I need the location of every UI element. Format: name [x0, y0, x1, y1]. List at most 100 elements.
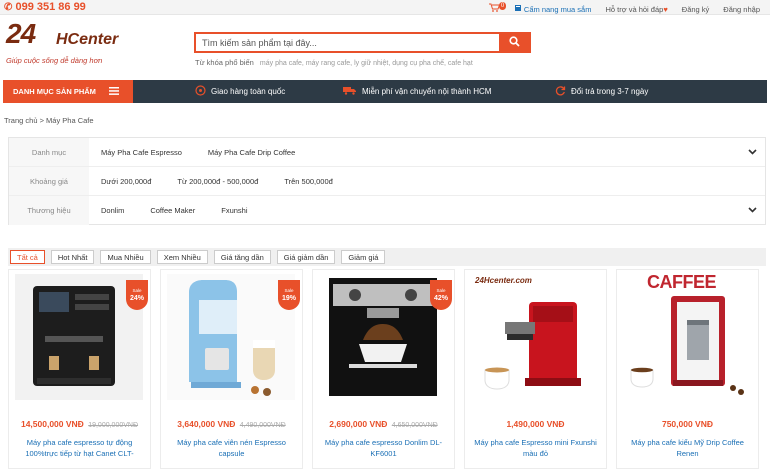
truck-icon [343, 86, 357, 97]
product-card[interactable]: CAFFEE 750,000 VNĐ Máy pha cafe kiểu Mỹ … [616, 269, 759, 469]
product-price: 750,000 VNĐ [661, 419, 714, 429]
filter-option[interactable]: Trên 500,000đ [284, 177, 333, 186]
product-prices: 14,500,000 VNĐ 19,000,000VNĐ [9, 419, 150, 429]
phone-icon: ✆ [4, 2, 13, 13]
product-name[interactable]: Máy pha cafe espresso Donlim DL-KF6001 [319, 437, 448, 459]
refresh-icon [555, 85, 566, 98]
hotline[interactable]: ✆ 099 351 86 99 [4, 1, 86, 13]
sale-label: Sale [284, 288, 294, 293]
sort-price-desc-button[interactable]: Giá giảm dần [276, 250, 336, 264]
sort-most-viewed-button[interactable]: Xem Nhiều [156, 250, 208, 264]
logo-number: 24 [6, 18, 36, 49]
product-watermark: 24Hcenter.com [475, 276, 532, 285]
product-name[interactable]: Máy pha cafe espresso tự động 100%trực t… [15, 437, 144, 459]
product-brand-text: CAFFEE [647, 274, 717, 292]
sale-badge: Sale 24% [126, 280, 148, 310]
filter-option[interactable]: Máy Pha Cafe Espresso [101, 148, 182, 157]
product-card[interactable]: Sale 19% 3,640,000 VNĐ 4,490,000VNĐ Máy … [160, 269, 303, 469]
link-login[interactable]: Đăng nhập [723, 5, 760, 14]
product-old-price: 19,000,000VNĐ [88, 422, 139, 429]
filter-option[interactable]: Fxunshi [221, 206, 247, 215]
delivery-icon [195, 85, 206, 98]
book-icon [514, 4, 522, 14]
chevron-down-icon[interactable] [748, 206, 757, 215]
sort-all-button[interactable]: Tất cả [10, 250, 45, 264]
search-icon [508, 36, 520, 49]
filter-row-brand: Thương hiệu Donlim Coffee Maker Fxunshi [9, 196, 765, 225]
popular-keywords-list[interactable]: máy pha cafe, máy rang cafe, ly giữ nhiệ… [260, 60, 473, 67]
feature-label: Giao hàng toàn quốc [211, 87, 286, 96]
chevron-down-icon[interactable] [748, 148, 757, 157]
filter-option[interactable]: Dưới 200,000đ [101, 177, 151, 186]
top-bar: ✆ 099 351 86 99 0 Cẩm nang mua sắm Hỗ tr… [0, 0, 770, 15]
popular-keywords: Từ khóa phổ biến máy pha cafe, máy rang … [195, 58, 473, 67]
link-shopping-guide-label: Cẩm nang mua sắm [523, 4, 592, 14]
product-name[interactable]: Máy pha cafe viên nén Espresso capsule [167, 437, 296, 459]
product-card[interactable]: Sale 24% 14,500,000 VNĐ 19,000,000VNĐ Má… [8, 269, 151, 469]
product-prices: 3,640,000 VNĐ 4,490,000VNĐ [161, 419, 302, 429]
link-shopping-guide[interactable]: Cẩm nang mua sắm [514, 4, 592, 14]
product-old-price: 4,650,000VNĐ [391, 422, 438, 429]
product-price: 3,640,000 VNĐ [177, 419, 236, 429]
product-name[interactable]: Máy pha cafe Espresso mini Fxunshi màu đ… [471, 437, 600, 459]
sale-label: Sale [132, 288, 142, 293]
category-menu-button[interactable]: DANH MỤC SẢN PHẨM [3, 80, 133, 103]
product-prices: 2,690,000 VNĐ 4,650,000VNĐ [313, 419, 454, 429]
filter-label: Danh mục [9, 138, 89, 166]
logo-tagline: Giúp cuộc sống dễ dàng hơn [6, 56, 103, 65]
hotline-number: 099 351 86 99 [15, 1, 86, 13]
breadcrumb[interactable]: Trang chủ > Máy Pha Cafe [4, 116, 94, 125]
filter-row-price: Khoảng giá Dưới 200,000đ Từ 200,000đ - 5… [9, 167, 765, 196]
feature-label: Miễn phí vận chuyển nội thành HCM [362, 87, 492, 96]
sale-percent: 42% [433, 295, 448, 302]
product-price: 2,690,000 VNĐ [329, 419, 388, 429]
link-support[interactable]: Hỗ trợ và hỏi đáp♥ [605, 5, 667, 14]
sort-hot-button[interactable]: Hot Nhất [50, 250, 95, 264]
search-button[interactable] [499, 34, 529, 51]
sale-percent: 19% [281, 295, 296, 302]
product-image[interactable] [167, 274, 295, 400]
feature-return-policy: Đổi trả trong 3-7 ngày [555, 85, 648, 98]
logo-text: HCenter [56, 31, 119, 48]
sort-most-bought-button[interactable]: Mua Nhiều [100, 250, 151, 264]
sale-badge: Sale 42% [430, 280, 452, 310]
filter-option[interactable]: Máy Pha Cafe Drip Coffee [208, 148, 295, 157]
filter-row-category: Danh mục Máy Pha Cafe Espresso Máy Pha C… [9, 138, 765, 167]
product-image[interactable] [319, 274, 447, 400]
product-image[interactable]: CAFFEE [623, 274, 751, 400]
nav-bar: DANH MỤC SẢN PHẨM Giao hàng toàn quốc Mi… [3, 80, 767, 103]
sale-badge: Sale 19% [278, 280, 300, 310]
feature-label: Đổi trả trong 3-7 ngày [571, 87, 649, 96]
sort-discount-button[interactable]: Giảm giá [341, 250, 386, 264]
search-box [194, 32, 531, 53]
product-image[interactable]: 24Hcenter.com [471, 274, 599, 400]
filter-option[interactable]: Từ 200,000đ - 500,000đ [177, 177, 258, 186]
sort-bar: Tất cả Hot Nhất Mua Nhiều Xem Nhiều Giá … [8, 248, 766, 266]
filter-option[interactable]: Donlim [101, 206, 124, 215]
sale-percent: 24% [129, 295, 144, 302]
filter-option[interactable]: Coffee Maker [150, 206, 195, 215]
product-image[interactable] [15, 274, 143, 400]
feature-nationwide-delivery: Giao hàng toàn quốc [195, 85, 285, 98]
category-menu-label: DANH MỤC SẢN PHẨM [13, 87, 96, 96]
product-name[interactable]: Máy pha cafe kiểu Mỹ Drip Coffee Renen [623, 437, 752, 459]
product-card[interactable]: Sale 42% 2,690,000 VNĐ 4,650,000VNĐ Máy … [312, 269, 455, 469]
filter-panel: Danh mục Máy Pha Cafe Espresso Máy Pha C… [8, 137, 766, 225]
header: 24 HCenter Giúp cuộc sống dễ dàng hơn Từ… [0, 15, 770, 79]
hamburger-icon [108, 86, 119, 97]
sale-label: Sale [436, 288, 446, 293]
site-logo[interactable]: 24 HCenter Giúp cuộc sống dễ dàng hơn [6, 18, 136, 70]
heart-icon: ♥ [663, 4, 668, 14]
product-price: 1,490,000 VNĐ [506, 419, 565, 429]
link-support-label: Hỗ trợ và hỏi đáp [605, 4, 664, 14]
product-card[interactable]: 24Hcenter.com 1,490,000 VNĐ Máy pha cafe… [464, 269, 607, 469]
product-prices: 1,490,000 VNĐ [465, 419, 606, 429]
search-input[interactable] [196, 34, 499, 51]
cart-count-badge: 0 [498, 2, 507, 10]
sort-price-asc-button[interactable]: Giá tăng dần [213, 250, 271, 264]
filter-label: Khoảng giá [9, 167, 89, 195]
cart-button[interactable]: 0 [488, 2, 507, 15]
product-old-price: 4,490,000VNĐ [239, 422, 286, 429]
link-register[interactable]: Đăng ký [682, 5, 710, 14]
product-price: 14,500,000 VNĐ [20, 419, 84, 429]
